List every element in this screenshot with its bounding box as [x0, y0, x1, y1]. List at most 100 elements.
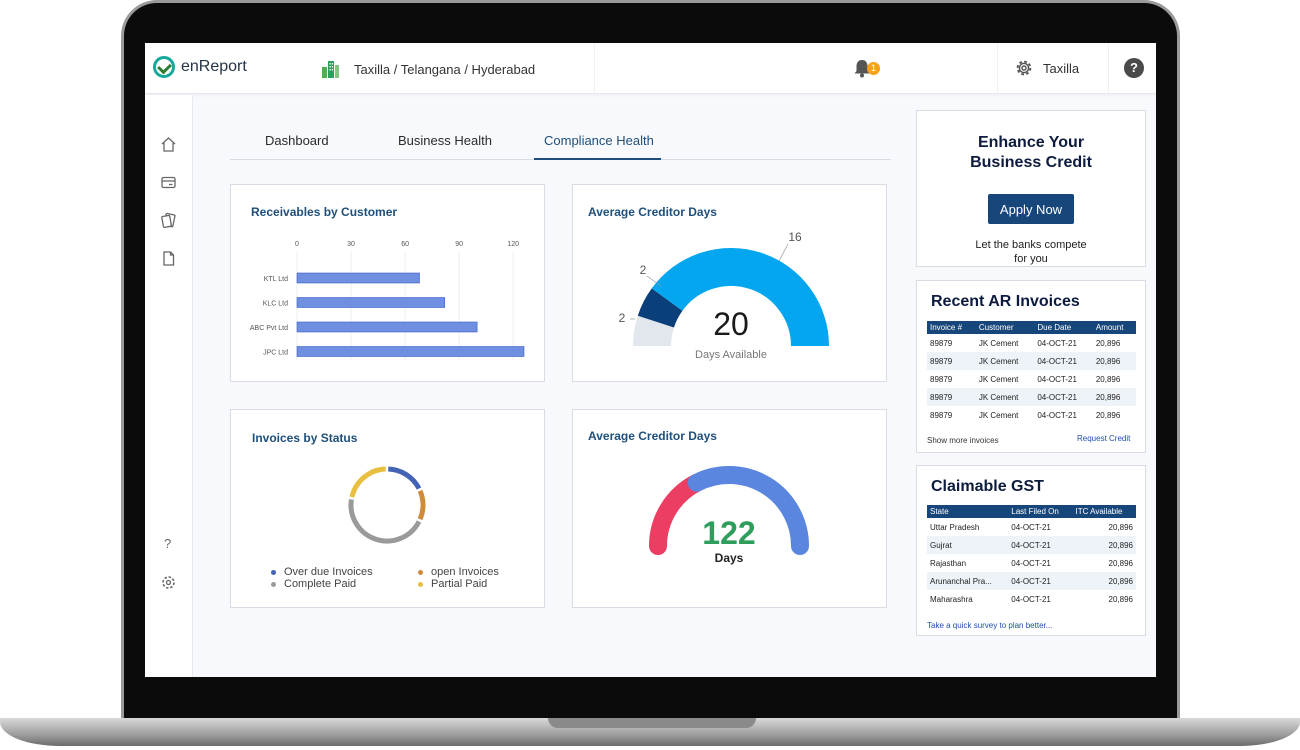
tab-bar: Dashboard Business Health Compliance Hea… [230, 129, 891, 160]
logo-check-icon [153, 56, 175, 78]
gauge-segment [649, 473, 706, 555]
table-row[interactable]: 89879 JK Cement 04-OCT-21 20,896 [927, 388, 1136, 406]
gauge-value: 20 [713, 306, 749, 342]
table-row[interactable]: Arunanchal Pra... 04-OCT-21 20,896 [927, 572, 1136, 590]
legend-label: open Invoices [431, 566, 499, 578]
table-header-row: State Last Filed On ITC Available [927, 505, 1136, 518]
topbar-divider [997, 43, 998, 94]
x-tick-label: 60 [401, 241, 409, 248]
table-cell: 20,896 [1108, 558, 1133, 568]
laptop-notch [548, 718, 756, 728]
help-button[interactable]: ? [1124, 58, 1144, 78]
location-breadcrumb[interactable]: Taxilla / Telangana / Hyderabad [320, 59, 535, 79]
promo-subtitle-line: for you [1014, 253, 1048, 265]
tab-dashboard[interactable]: Dashboard [265, 133, 329, 148]
segment-label: 2 [640, 263, 647, 277]
promo-title-line: Business Credit [970, 154, 1092, 171]
table-cell: 20,896 [1092, 352, 1136, 370]
settings-icon[interactable] [160, 574, 177, 591]
tab-business-health[interactable]: Business Health [398, 133, 492, 148]
table-cell: 89879 [927, 388, 976, 406]
bar [296, 321, 478, 333]
donut-segment [417, 489, 426, 521]
x-tick-label: 0 [295, 241, 299, 248]
table-row[interactable]: 89879 JK Cement 04-OCT-21 20,896 [927, 406, 1136, 424]
documents-icon[interactable] [160, 212, 177, 229]
table-cell: 04-OCT-21 [1011, 594, 1051, 604]
legend-item: Complete Paid [271, 578, 356, 590]
apply-now-button[interactable]: Apply Now [988, 194, 1074, 224]
table-cell: 20,896 [1095, 410, 1121, 420]
table-cell: 89879 [930, 338, 953, 348]
table-cell: 04-OCT-21 [1034, 352, 1093, 370]
gauge-value: 122 [702, 515, 755, 551]
y-tick-label: ABC Pvt Ltd [250, 325, 288, 332]
x-tick-label: 30 [347, 241, 355, 248]
table-cell: JK Cement [975, 388, 1035, 406]
table-cell: 04-OCT-21 [1037, 410, 1077, 420]
column-header: Last Filed On [1008, 505, 1073, 518]
card-icon[interactable] [160, 174, 177, 191]
donut-segment [388, 466, 422, 490]
show-more-invoices-link[interactable]: Show more invoices [927, 436, 999, 445]
table-cell: 20,896 [1095, 338, 1121, 348]
promo-subtitle: Let the banks compete for you [917, 238, 1145, 266]
bar [296, 297, 446, 308]
column-header: ITC Available [1072, 505, 1136, 518]
promo-card: Enhance Your Business Credit Apply Now L… [916, 110, 1146, 267]
bar [296, 272, 420, 284]
legend-item: Over due Invoices [271, 566, 373, 578]
segment-label: 2 [619, 311, 626, 325]
table-row[interactable]: Maharashra 04-OCT-21 20,896 [927, 590, 1136, 608]
table-row[interactable]: Rajasthan 04-OCT-21 20,896 [927, 554, 1136, 572]
x-tick-label: 120 [507, 241, 519, 248]
table-cell: 20,896 [1072, 536, 1136, 554]
topbar-divider [1108, 43, 1109, 94]
table-cell: JK Cement [975, 352, 1035, 370]
column-header: Customer [975, 321, 1035, 334]
receivables-bar-chart: 0 30 60 90 120 KTL Ltd KLC Ltd ABC Pvt Ltd JPC L… [250, 241, 525, 360]
table-cell: 04-OCT-21 [1037, 338, 1077, 348]
legend-dot [271, 581, 276, 587]
file-icon[interactable] [160, 250, 177, 267]
label-leader [778, 243, 789, 262]
table-cell: 04-OCT-21 [1011, 558, 1051, 568]
tab-compliance-health[interactable]: Compliance Health [544, 133, 654, 148]
home-icon[interactable] [160, 136, 177, 153]
creditor-days-semi-donut: 2 2 16 20 Days Available [619, 230, 829, 361]
active-tab-indicator [534, 158, 661, 160]
legend-dot [418, 569, 423, 575]
table-cell: 89879 [927, 352, 976, 370]
table-cell: 20,896 [1108, 594, 1133, 604]
creditor-days-card: Average Creditor Days 2 2 16 20 Days Availab… [572, 184, 887, 382]
y-tick-label: KLC Ltd [263, 301, 288, 308]
table-row[interactable]: Gujrat 04-OCT-21 20,896 [927, 536, 1136, 554]
column-header: Due Date [1034, 321, 1093, 334]
app-logo[interactable]: enReport [153, 56, 247, 78]
bar [296, 346, 525, 357]
gear-icon[interactable] [1013, 57, 1035, 79]
table-cell: JK Cement [978, 410, 1019, 420]
table-row[interactable]: 89879 JK Cement 04-OCT-21 20,896 [927, 352, 1136, 370]
table-row[interactable]: 89879 JK Cement 04-OCT-21 20,896 [927, 334, 1136, 352]
help-icon[interactable]: ? [164, 536, 171, 551]
table-cell: Maharashra [930, 594, 973, 604]
table-cell: 20,896 [1092, 388, 1136, 406]
survey-link[interactable]: Take a quick survey to plan better... [927, 621, 1052, 630]
app-name: enReport [181, 58, 247, 75]
table-row[interactable]: 89879 JK Cement 04-OCT-21 20,896 [927, 370, 1136, 388]
legend-label: Complete Paid [284, 578, 357, 590]
table-cell: Gujrat [927, 536, 1009, 554]
table-cell: JK Cement [978, 374, 1019, 384]
user-name[interactable]: Taxilla [1043, 61, 1079, 76]
recent-ar-invoices-card: Recent AR Invoices Invoice # Customer Du… [916, 280, 1146, 453]
table-cell: 20,896 [1108, 522, 1133, 532]
top-bar: enReport Taxilla / Telangana / Hyderabad… [145, 43, 1156, 94]
legend-dot [271, 569, 276, 575]
table-cell: 04-OCT-21 [1011, 522, 1051, 532]
table-row[interactable]: Uttar Pradesh 04-OCT-21 20,896 [927, 518, 1136, 536]
creditor-days-gauge: 122Days [649, 466, 809, 565]
request-credit-link[interactable]: Request Credit [1077, 434, 1130, 443]
table-cell: JK Cement [978, 338, 1019, 348]
breadcrumb-text: Taxilla / Telangana / Hyderabad [354, 61, 536, 77]
